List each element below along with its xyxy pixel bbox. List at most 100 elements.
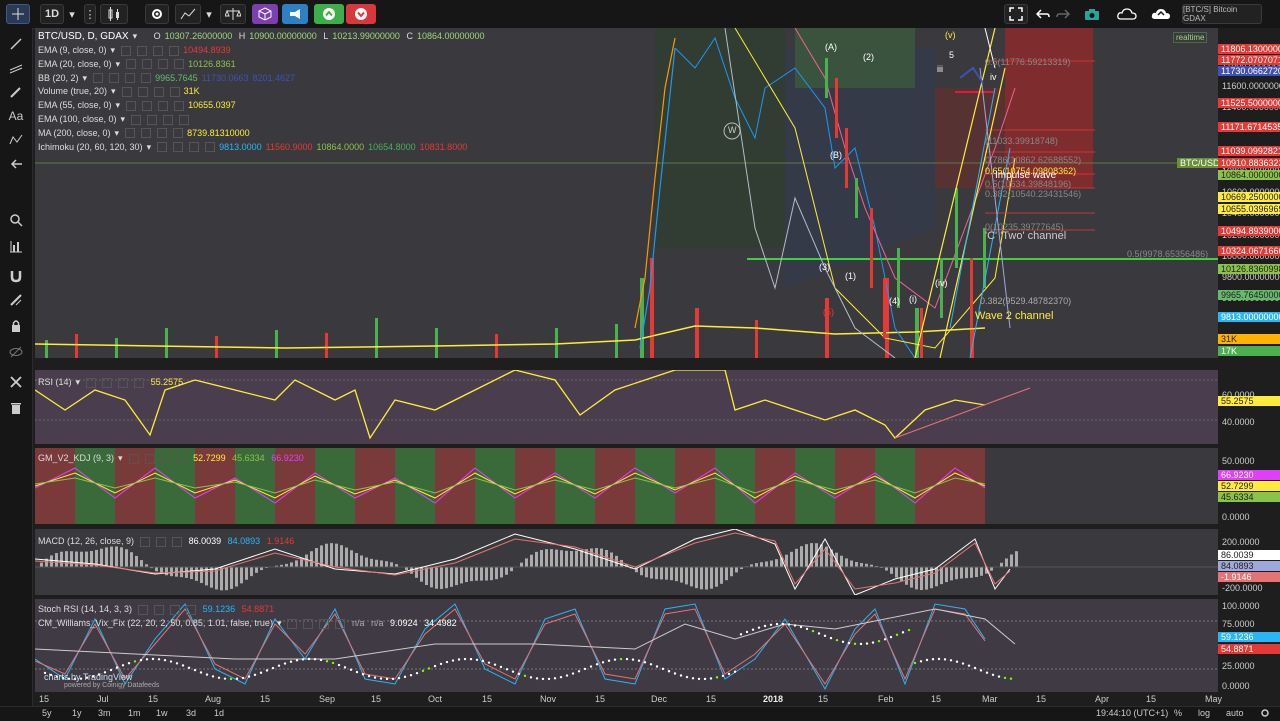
parallel-channel-icon[interactable] (6, 58, 26, 78)
buy-up-icon[interactable] (314, 4, 344, 24)
indicator-control-icon[interactable] (141, 73, 151, 83)
trash-icon[interactable] (6, 398, 26, 418)
indicator-control-icon[interactable] (157, 128, 167, 138)
indicator-control-icon[interactable] (174, 59, 184, 69)
indicator-label[interactable]: Ichimoku (20, 60, 120, 30) (38, 142, 143, 152)
indicator-dropdown-icon[interactable]: ▾ (111, 86, 116, 96)
sell-down-icon[interactable] (346, 4, 376, 24)
indicator-control-icon[interactable] (142, 101, 152, 111)
vix-label[interactable]: CM_Williams_Vix_Fix (22, 20, 2, 50, 0.85… (38, 618, 273, 628)
vix-dropdown-icon[interactable]: ▾ (277, 618, 282, 628)
indicator-label[interactable]: EMA (20, close, 0) (38, 59, 112, 69)
kdj-axis[interactable]: 66.9230 52.7299 45.6334 50.0000 0.0000 (1218, 448, 1280, 524)
crosshair-icon[interactable] (6, 4, 30, 24)
indicator-control-icon[interactable] (153, 46, 163, 56)
cloud-load-icon[interactable] (1114, 4, 1140, 24)
indicator-control-icon[interactable] (131, 115, 141, 125)
indicator-control-icon[interactable] (125, 128, 135, 138)
stoch-axis[interactable]: 100.0000 75.0000 59.1236 54.8871 25.0000… (1218, 599, 1280, 692)
range-button[interactable]: 1y (72, 708, 82, 718)
indicator-control-icon[interactable] (163, 115, 173, 125)
indicator-control-icon[interactable] (126, 101, 136, 111)
range-button[interactable]: 3d (186, 708, 196, 718)
pattern-tool-icon[interactable] (6, 130, 26, 150)
rsi-axis[interactable]: 60.0000 40.0000 55.2575 (1218, 370, 1280, 444)
settings-gear-icon[interactable] (1260, 708, 1270, 720)
measure-arrow-icon[interactable] (6, 154, 26, 174)
indicator-dropdown-icon[interactable]: ▾ (121, 114, 126, 124)
indicator-control-icon[interactable] (93, 73, 103, 83)
indicator-control-icon[interactable] (169, 46, 179, 56)
indicator-control-icon[interactable] (158, 59, 168, 69)
indicator-control-icon[interactable] (138, 87, 148, 97)
indicator-control-icon[interactable] (157, 142, 167, 152)
range-button[interactable]: 1d (214, 708, 224, 718)
interval-dropdown-icon[interactable]: ▾ (66, 4, 78, 24)
rsi-dropdown-icon[interactable]: ▾ (76, 377, 81, 387)
magnet-icon[interactable] (6, 266, 26, 286)
kdj-dropdown-icon[interactable]: ▾ (118, 453, 123, 463)
kdj-pane[interactable]: GM_V2_KDJ (9, 3)▾ 52.7299 45.6334 66.923… (35, 448, 1218, 524)
indicator-label[interactable]: BB (20, 2) (38, 73, 79, 83)
macd-axis[interactable]: 200.0000 86.0039 84.0893 -1.9146 -200.00… (1218, 529, 1280, 595)
camera-icon[interactable] (1082, 4, 1102, 24)
indicator-control-icon[interactable] (173, 128, 183, 138)
indicator-control-icon[interactable] (126, 59, 136, 69)
indicator-label[interactable]: MA (200, close, 0) (38, 128, 111, 138)
undo-icon[interactable] (1034, 4, 1052, 24)
cube-icon[interactable] (252, 4, 278, 24)
stoch-pane[interactable]: Stoch RSI (14, 14, 3, 3) 59.1236 54.8871… (35, 599, 1218, 692)
indicator-dropdown-icon[interactable]: ▾ (147, 142, 152, 152)
indicator-control-icon[interactable] (147, 115, 157, 125)
range-button[interactable]: 3m (98, 708, 111, 718)
indicator-control-icon[interactable] (189, 142, 199, 152)
indicator-control-icon[interactable] (125, 73, 135, 83)
indicator-dropdown-icon[interactable]: ▾ (116, 59, 121, 69)
tradingview-watermark[interactable]: charts by TradingView (44, 672, 132, 682)
legend-dropdown-icon[interactable]: ▾ (133, 31, 138, 41)
indicator-control-icon[interactable] (141, 128, 151, 138)
indicator-control-icon[interactable] (173, 142, 183, 152)
indicator-label[interactable]: EMA (55, close, 0) (38, 100, 112, 110)
indicator-label[interactable]: EMA (9, close, 0) (38, 45, 107, 55)
indicator-label[interactable]: EMA (100, close, 0) (38, 114, 117, 124)
chart-style-button[interactable] (100, 4, 128, 24)
time-axis[interactable]: 15Jul15Aug15Sep15Oct15Nov15Dec15201815Fe… (35, 692, 1218, 706)
indicator-control-icon[interactable] (158, 101, 168, 111)
symbol-title[interactable]: BTC/USD, D, GDAX (38, 31, 129, 42)
indicator-control-icon[interactable] (121, 46, 131, 56)
range-button[interactable]: 1w (156, 708, 168, 718)
stay-drawing-icon[interactable] (6, 290, 26, 310)
indicator-control-icon[interactable] (179, 115, 189, 125)
indicator-dropdown-icon[interactable]: ▾ (116, 100, 121, 110)
log-toggle[interactable]: log (1198, 708, 1210, 718)
redo-icon[interactable] (1054, 4, 1072, 24)
text-tool-icon[interactable]: Aa (6, 106, 26, 126)
indicators-icon[interactable] (175, 4, 201, 24)
hide-drawings-icon[interactable] (6, 342, 26, 362)
clock[interactable]: 19:44:10 (UTC+1) (1096, 708, 1168, 718)
megaphone-icon[interactable] (282, 4, 308, 24)
indicator-control-icon[interactable] (170, 87, 180, 97)
zoom-icon[interactable] (6, 210, 26, 230)
indicator-dropdown-icon[interactable]: ▾ (115, 128, 120, 138)
rsi-pane[interactable]: RSI (14)▾ 55.2575 (35, 370, 1218, 444)
stoch-label[interactable]: Stoch RSI (14, 14, 3, 3) (38, 604, 132, 614)
indicator-dropdown-icon[interactable]: ▾ (111, 45, 116, 55)
interval-button[interactable]: 1D (40, 4, 64, 24)
fullscreen-icon[interactable] (1004, 4, 1028, 24)
indicators-dropdown-icon[interactable]: ▾ (203, 4, 215, 24)
indicator-label[interactable]: Volume (true, 20) (38, 86, 107, 96)
macd-label[interactable]: MACD (12, 26, close, 9) (38, 536, 134, 546)
indicator-dropdown-icon[interactable]: ▾ (83, 73, 88, 83)
bars-pattern-icon[interactable] (6, 236, 26, 256)
auto-toggle[interactable]: auto (1226, 708, 1244, 718)
range-button[interactable]: 5y (42, 708, 52, 718)
price-axis[interactable]: 11800.0000000011600.0000000011400.000000… (1218, 28, 1280, 358)
brush-icon[interactable] (6, 82, 26, 102)
macd-pane[interactable]: MACD (12, 26, close, 9) 86.0039 84.0893 … (35, 529, 1218, 595)
kdj-label[interactable]: GM_V2_KDJ (9, 3) (38, 453, 114, 463)
wrench-icon[interactable] (6, 372, 26, 392)
indicator-control-icon[interactable] (142, 59, 152, 69)
indicator-control-icon[interactable] (154, 87, 164, 97)
